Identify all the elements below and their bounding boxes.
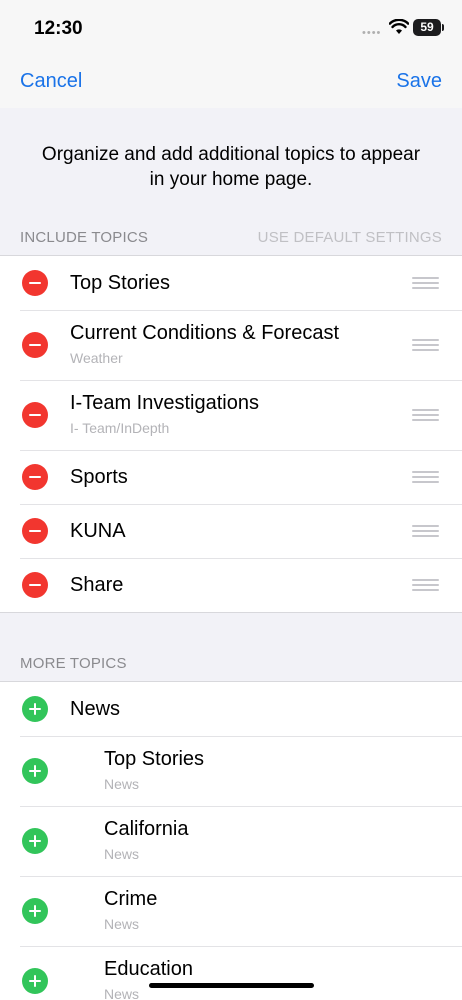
home-indicator[interactable] [149, 983, 314, 988]
list-item[interactable]: Current Conditions & Forecast Weather [0, 310, 462, 380]
more-topics-header: MORE TOPICS [20, 655, 442, 672]
reorder-handle-icon[interactable] [412, 471, 439, 483]
remove-icon[interactable] [22, 572, 48, 598]
remove-icon[interactable] [22, 464, 48, 490]
add-icon[interactable] [22, 696, 48, 722]
topic-subtitle: News [104, 846, 140, 862]
topic-subtitle: News [104, 916, 140, 932]
reorder-handle-icon[interactable] [412, 277, 439, 289]
list-item[interactable]: Education News [0, 946, 462, 1000]
more-topics-label: MORE TOPICS [20, 655, 127, 672]
topic-title: Top Stories [70, 272, 171, 294]
remove-icon[interactable] [22, 270, 48, 296]
remove-icon[interactable] [22, 518, 48, 544]
topic-title: Crime [104, 888, 158, 910]
topic-subtitle: Weather [70, 350, 123, 366]
topic-subtitle: I- Team/InDepth [70, 420, 170, 436]
topic-title: California [104, 818, 189, 840]
topic-subtitle: News [104, 776, 140, 792]
topic-title: Sports [70, 466, 128, 488]
include-topics-label: INCLUDE TOPICS [20, 229, 149, 246]
list-item[interactable]: News [0, 682, 462, 736]
navigation-bar: Cancel Save [0, 58, 462, 108]
status-time: 12:30 [34, 18, 83, 39]
list-item[interactable]: I-Team Investigations I- Team/InDepth [0, 380, 462, 450]
intro-text: Organize and add additional topics to ap… [41, 144, 421, 190]
list-item[interactable]: Sports [0, 450, 462, 504]
topic-title: Share [70, 574, 124, 596]
more-topics-list: News Top Stories News California News Cr… [0, 681, 462, 1000]
list-item[interactable]: KUNA [0, 504, 462, 558]
reorder-handle-icon[interactable] [412, 579, 439, 591]
cellular-signal-icon: •••• [362, 27, 382, 39]
use-default-settings-button[interactable]: USE DEFAULT SETTINGS [258, 229, 442, 246]
reorder-handle-icon[interactable] [412, 409, 439, 421]
save-button[interactable]: Save [396, 70, 442, 93]
topic-title: KUNA [70, 520, 126, 542]
topic-title: Top Stories [104, 748, 205, 770]
remove-icon[interactable] [22, 402, 48, 428]
list-item[interactable]: Share [0, 558, 462, 612]
battery-icon: 59 [413, 19, 444, 36]
status-bar: 12:30 •••• 59 [0, 0, 462, 58]
wifi-icon [389, 19, 409, 34]
topic-title: Current Conditions & Forecast [70, 322, 340, 344]
list-item[interactable]: California News [0, 806, 462, 876]
list-item[interactable]: Top Stories [0, 256, 462, 310]
list-item[interactable]: Top Stories News [0, 736, 462, 806]
add-icon[interactable] [22, 758, 48, 784]
add-icon[interactable] [22, 828, 48, 854]
reorder-handle-icon[interactable] [412, 339, 439, 351]
topic-title: I-Team Investigations [70, 392, 259, 414]
remove-icon[interactable] [22, 332, 48, 358]
add-icon[interactable] [22, 968, 48, 994]
reorder-handle-icon[interactable] [412, 525, 439, 537]
include-topics-header: INCLUDE TOPICS USE DEFAULT SETTINGS [20, 229, 442, 246]
add-icon[interactable] [22, 898, 48, 924]
cancel-button[interactable]: Cancel [20, 70, 82, 93]
topic-title: News [70, 698, 121, 720]
topic-title: Education [104, 958, 193, 980]
include-topics-list: Top Stories Current Conditions & Forecas… [0, 255, 462, 613]
list-item[interactable]: Crime News [0, 876, 462, 946]
topic-subtitle: News [104, 986, 140, 1000]
